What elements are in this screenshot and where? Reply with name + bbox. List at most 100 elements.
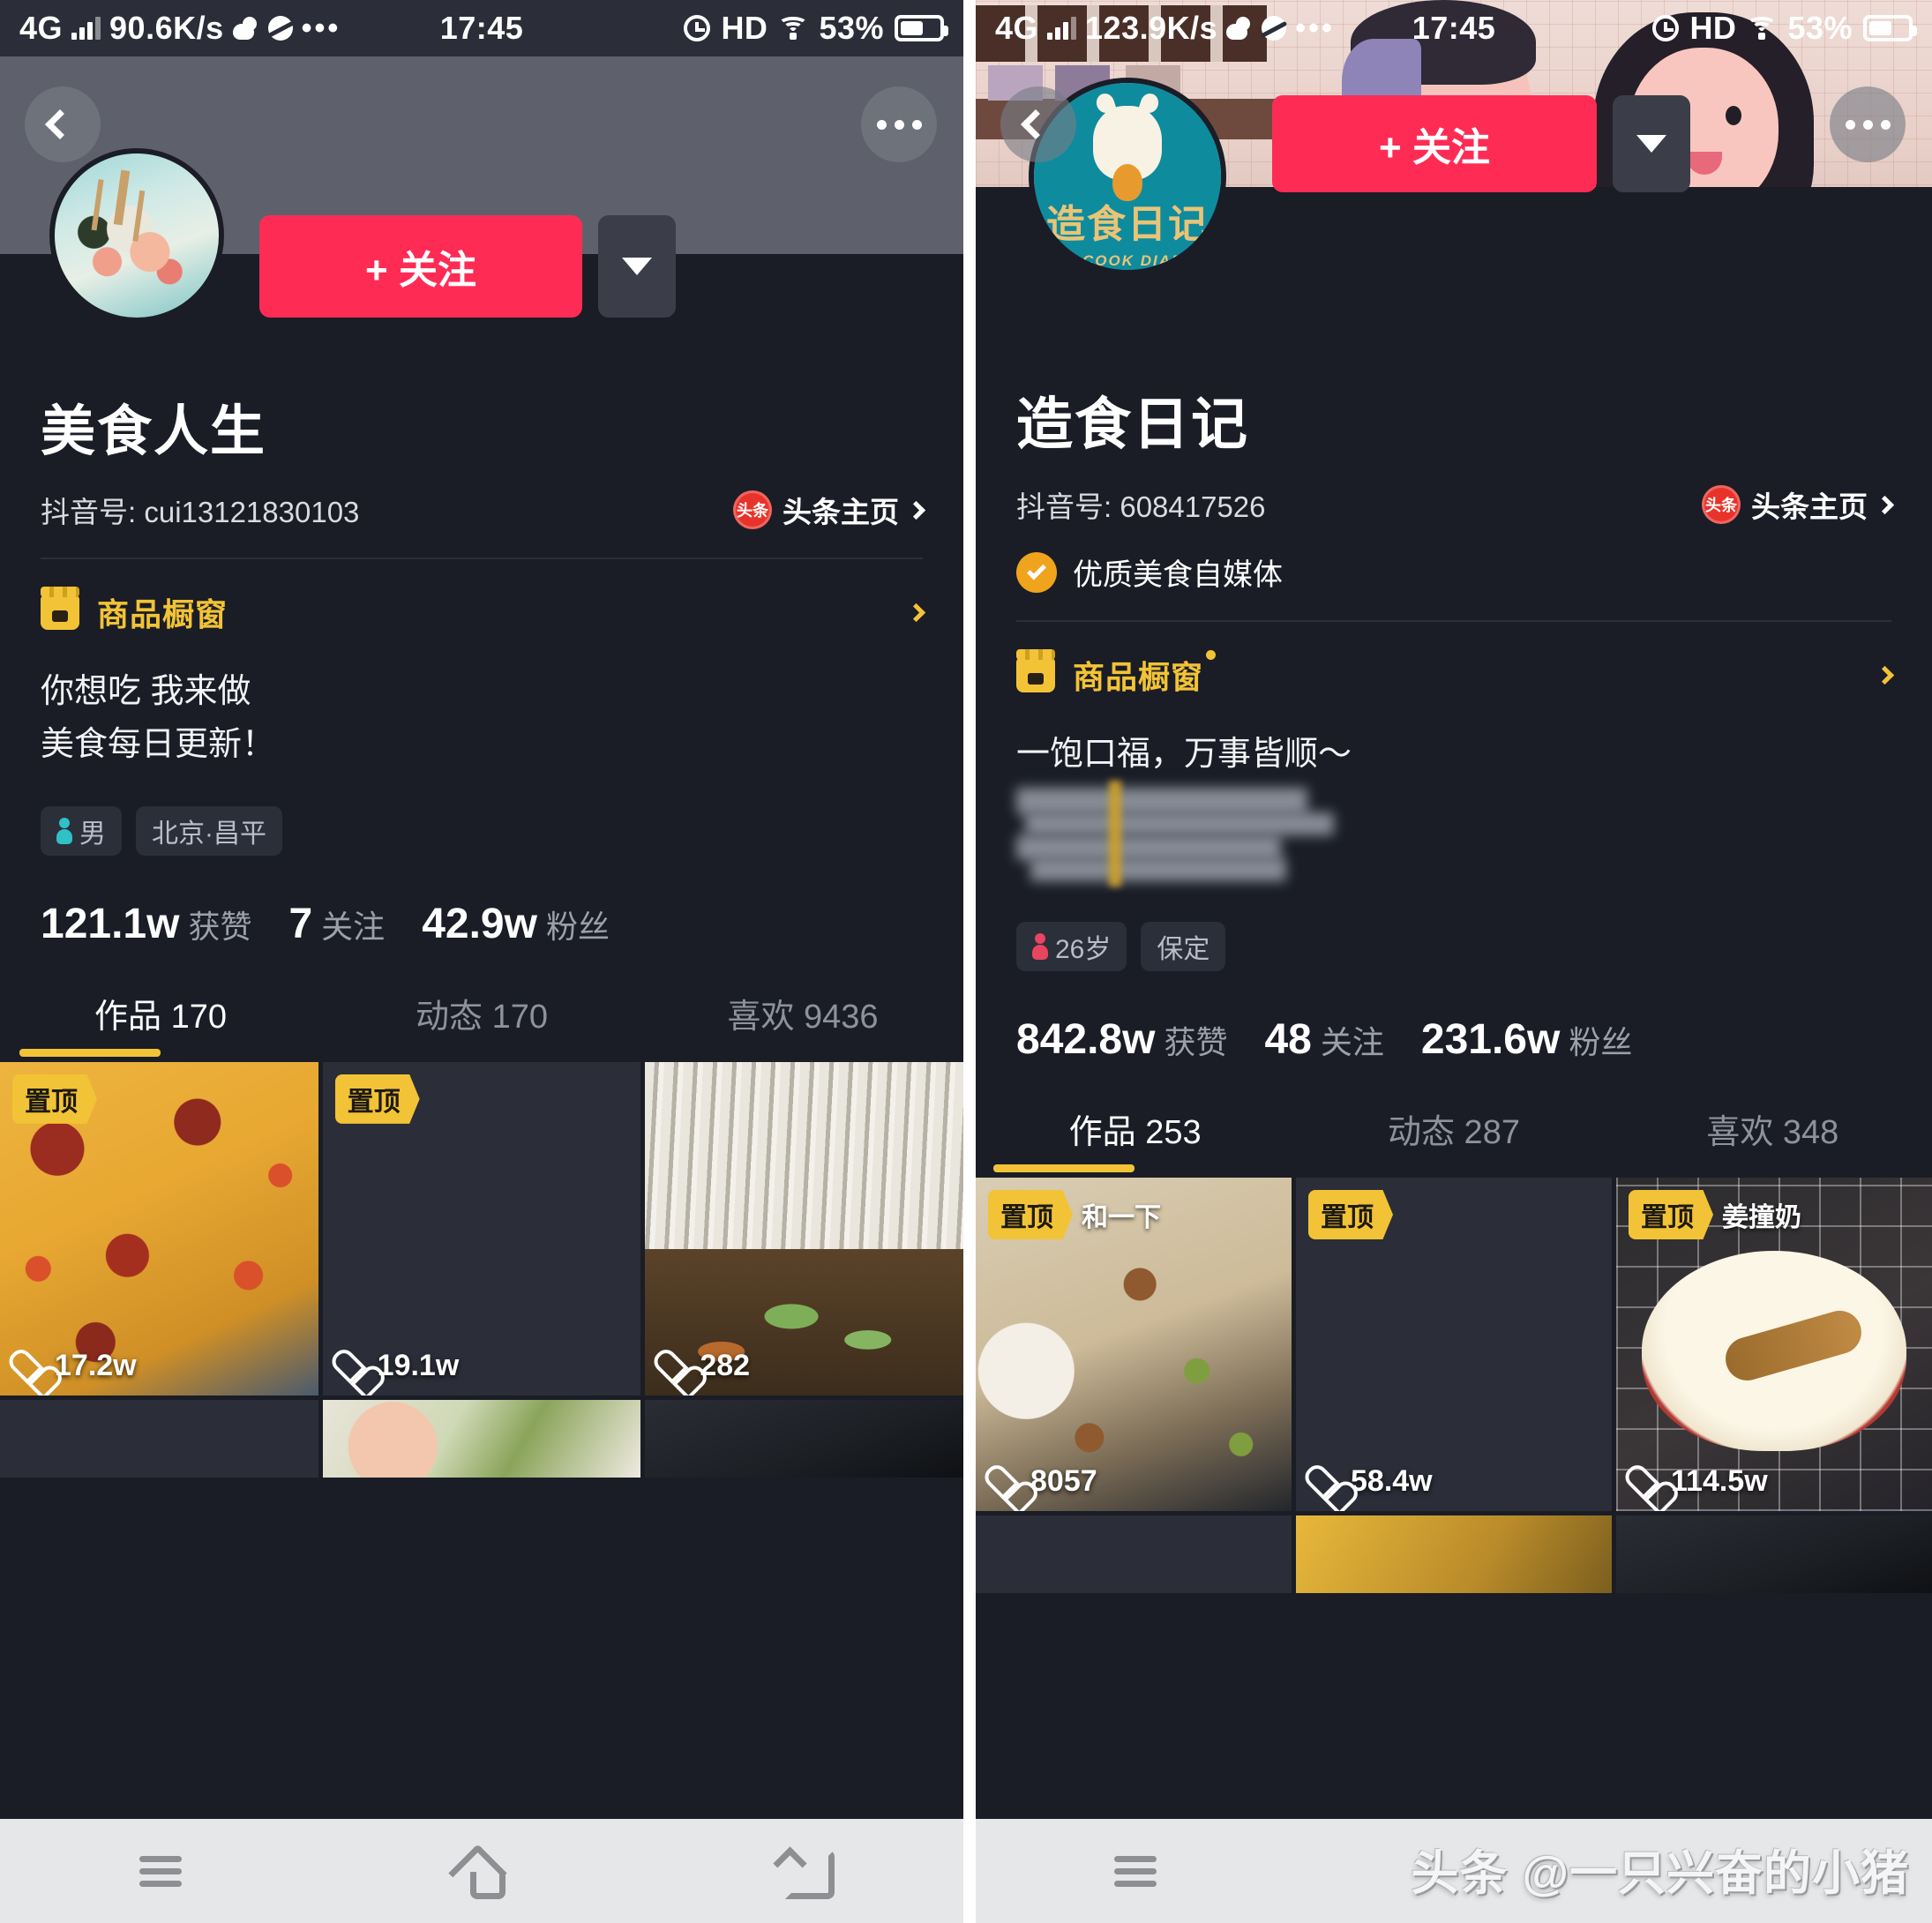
heart-icon (659, 1352, 689, 1380)
toutiao-homepage-link[interactable]: 头条 头条主页 (733, 489, 926, 531)
tab-dynamics[interactable]: 动态 170 (321, 989, 642, 1057)
left-phone-screen: 4G 90.6K/s ••• 17:45 HD 53% + 关注 美食人生 抖音… (0, 0, 963, 1923)
video-grid: 置顶 17.2w 置顶 19.1w 282 (0, 1061, 963, 1478)
ellipsis-icon: ••• (1295, 11, 1335, 45)
tab-likes[interactable]: 喜欢 348 (1614, 1104, 1932, 1172)
video-cell[interactable]: 282 (645, 1061, 963, 1395)
heart-icon (990, 1468, 1020, 1495)
network-speed-label: 90.6K/s (109, 10, 224, 46)
pinned-badge: 置顶 (1308, 1189, 1393, 1239)
check-badge-icon (1016, 551, 1057, 593)
heart-icon (1630, 1468, 1660, 1495)
video-cell[interactable] (1616, 1515, 1932, 1593)
video-cell[interactable]: 置顶 19.1w (322, 1061, 641, 1395)
video-cell[interactable]: 置顶 姜撞奶 114.5w (1616, 1177, 1932, 1511)
tab-works[interactable]: 作品 253 (976, 1104, 1294, 1172)
android-nav-bar-left (0, 1819, 963, 1923)
video-grid: 置顶 和一下 8057 置顶 58.4w 置顶 姜撞奶 114.5w (976, 1177, 1932, 1593)
stat-followers-label: 粉丝 (1569, 1023, 1633, 1060)
person-icon (56, 817, 72, 844)
more-options-button[interactable] (861, 86, 937, 162)
profile-stats: 121.1w 获赞 7 关注 42.9w 粉丝 (0, 856, 963, 948)
profile-stats: 842.8w 获赞 48 关注 231.6w 粉丝 (976, 971, 1932, 1064)
stat-followers[interactable]: 42.9w 粉丝 (422, 900, 610, 948)
phone-separator (963, 0, 976, 1923)
video-cell[interactable] (1296, 1515, 1612, 1593)
gender-tag[interactable]: 男 (41, 805, 122, 856)
age-tag[interactable]: 26岁 (1016, 921, 1127, 971)
verification-row[interactable]: 优质美食自媒体 (1016, 550, 1891, 594)
chevron-left-icon (1021, 109, 1051, 139)
profile-tags: 26岁 保定 (976, 885, 1932, 971)
video-thumbnail (976, 1515, 1292, 1593)
back-button[interactable] (25, 86, 101, 162)
stat-following[interactable]: 7 关注 (288, 900, 385, 948)
product-showcase-label: 商品橱窗 (1073, 650, 1217, 698)
follow-button[interactable]: + 关注 (1272, 95, 1597, 192)
stat-likes[interactable]: 121.1w 获赞 (41, 900, 251, 948)
android-back-button[interactable] (642, 1850, 963, 1899)
stat-followers[interactable]: 231.6w 粉丝 (1421, 1015, 1632, 1064)
menu-icon (1113, 1850, 1157, 1893)
bio-line-1: 你想吃 我来做 (41, 673, 251, 710)
stat-following-label: 关注 (321, 908, 386, 945)
battery-icon (895, 15, 948, 41)
video-cell[interactable]: 置顶 58.4w (1296, 1177, 1612, 1511)
video-cell[interactable]: 置顶 和一下 8057 (976, 1177, 1292, 1511)
video-cell[interactable] (0, 1399, 318, 1478)
video-cell[interactable] (645, 1399, 963, 1478)
network-speed-label: 123.9K/s (1085, 10, 1218, 46)
video-thumbnail (1616, 1515, 1932, 1593)
location-tag[interactable]: 北京·昌平 (136, 805, 282, 856)
toutiao-homepage-link[interactable]: 头条 头条主页 (1702, 483, 1895, 526)
tab-works[interactable]: 作品 170 (0, 989, 321, 1057)
video-caption: 和一下 (1082, 1202, 1161, 1232)
product-showcase-label: 商品橱窗 (97, 596, 228, 632)
video-thumbnail (322, 1399, 641, 1478)
follow-more-button[interactable] (1613, 95, 1690, 192)
stat-following-value: 48 (1264, 1015, 1312, 1063)
like-count: 114.5w (1630, 1464, 1768, 1499)
like-count-value: 19.1w (377, 1348, 460, 1382)
bio-line-1: 一饱口福，万事皆顺～ (1016, 736, 1352, 773)
video-cell[interactable] (322, 1399, 641, 1478)
heart-icon (337, 1352, 367, 1380)
video-cell[interactable]: 置顶 17.2w (0, 1061, 318, 1395)
location-tag[interactable]: 保定 (1141, 921, 1226, 971)
new-dot-indicator (1206, 650, 1217, 660)
chevron-left-icon (45, 109, 75, 139)
avatar[interactable] (49, 148, 224, 323)
follow-more-button[interactable] (598, 215, 676, 318)
video-cell[interactable] (976, 1515, 1292, 1593)
stat-likes-value: 121.1w (41, 900, 180, 947)
like-count-value: 282 (700, 1348, 751, 1382)
pinned-badge: 置顶 (12, 1074, 97, 1124)
stat-following[interactable]: 48 关注 (1264, 1015, 1383, 1064)
android-home-button[interactable] (321, 1849, 642, 1899)
tab-likes[interactable]: 喜欢 9436 (642, 989, 963, 1057)
android-menu-button[interactable] (0, 1850, 321, 1893)
profile-body-right: 造食日记 THE COOK DIARIES + 关注 造食日记 抖音号: 608… (976, 78, 1932, 1819)
stat-likes-label: 获赞 (188, 908, 252, 945)
like-count: 282 (659, 1349, 750, 1383)
douyin-id-label: 抖音号: 608417526 (1016, 490, 1266, 523)
home-icon (457, 1849, 506, 1899)
stat-likes[interactable]: 842.8w 获赞 (1016, 1015, 1227, 1064)
android-menu-button[interactable] (976, 1850, 1294, 1893)
tab-dynamics[interactable]: 动态 287 (1294, 1104, 1613, 1172)
like-count: 19.1w (337, 1349, 460, 1383)
ellipsis-icon (1845, 119, 1891, 130)
product-showcase-row[interactable]: 商品橱窗 (976, 622, 1932, 698)
battery-percent-label: 53% (819, 10, 884, 46)
egg-icon (1112, 164, 1142, 201)
back-button[interactable] (1000, 86, 1076, 162)
profile-body-left: + 关注 美食人生 抖音号: cui13121830103 头条 头条主页 商品… (0, 148, 963, 1819)
product-showcase-row[interactable]: 商品橱窗 (0, 559, 963, 635)
right-phone-screen: 4G 123.9K/s ••• 17:45 HD 53% 造食日记 THE CO… (976, 0, 1932, 1923)
status-bar-left: 4G 90.6K/s ••• 17:45 HD 53% (0, 0, 963, 56)
more-options-button[interactable] (1830, 86, 1906, 162)
follow-button[interactable]: + 关注 (259, 215, 582, 318)
hd-label: HD (1689, 10, 1737, 46)
heart-icon (14, 1352, 44, 1380)
heart-icon (1310, 1468, 1340, 1495)
